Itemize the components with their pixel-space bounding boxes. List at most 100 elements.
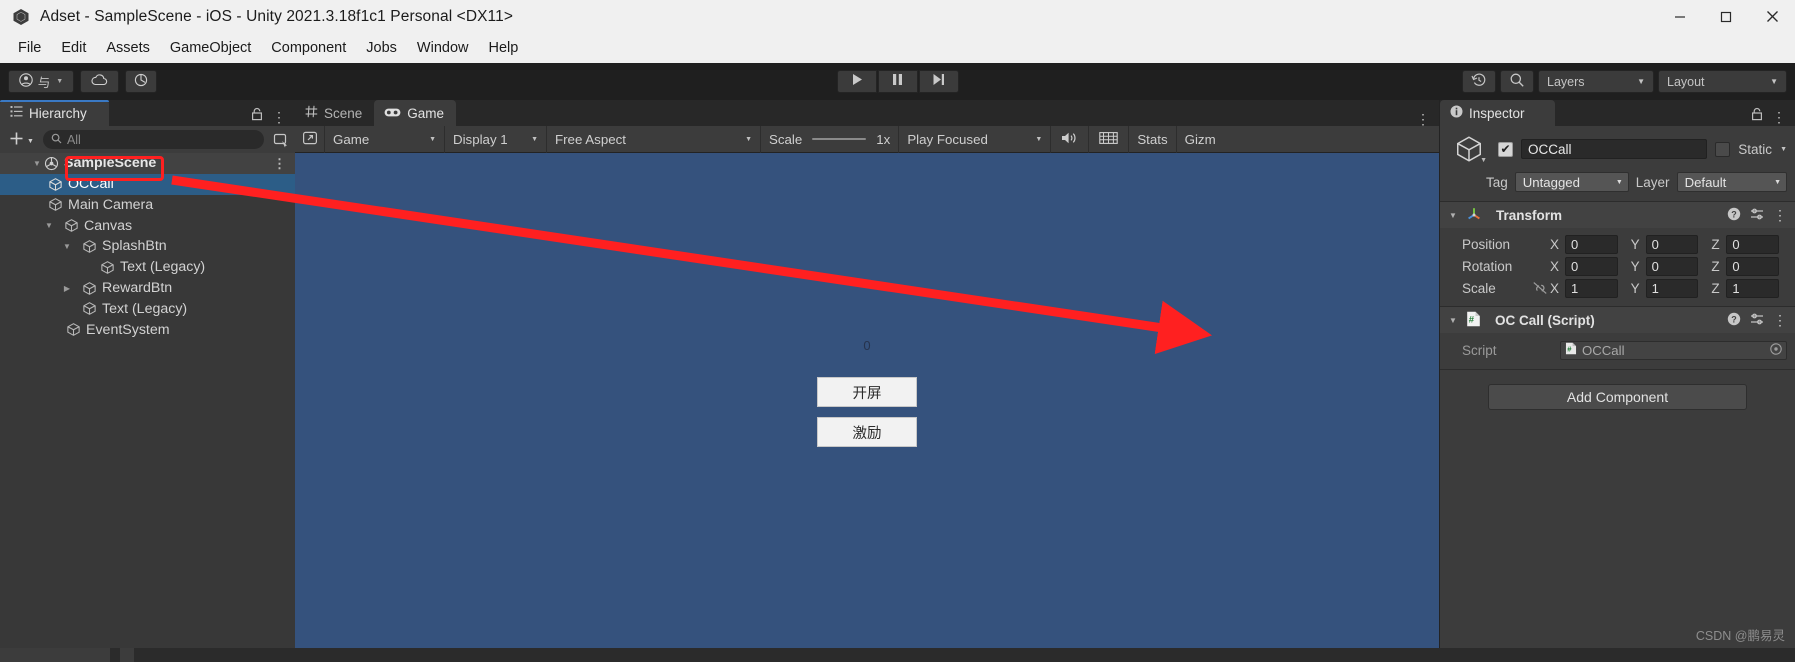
inspector-object-header: ▼ ✔ OCCall Static ▼ Tag Untagged ▼ Layer bbox=[1440, 126, 1795, 202]
menu-help[interactable]: Help bbox=[478, 36, 528, 60]
hierarchy-search-input[interactable]: All bbox=[42, 130, 264, 149]
step-button[interactable] bbox=[918, 70, 959, 93]
menu-assets[interactable]: Assets bbox=[96, 36, 160, 60]
tab-game[interactable]: Game bbox=[374, 100, 457, 126]
search-button[interactable] bbox=[1500, 70, 1534, 93]
menu-window[interactable]: Window bbox=[407, 36, 479, 60]
scale-z-field[interactable]: 1 bbox=[1726, 278, 1780, 298]
preset-icon[interactable] bbox=[1750, 312, 1764, 329]
menu-file[interactable]: File bbox=[8, 36, 51, 60]
undo-history-icon bbox=[1471, 72, 1487, 91]
kebab-icon[interactable]: ⋮ bbox=[1772, 110, 1786, 124]
menu-component[interactable]: Component bbox=[261, 36, 356, 60]
object-name-field[interactable]: OCCall bbox=[1521, 139, 1708, 159]
scene-icon bbox=[44, 156, 59, 171]
mute-audio-button[interactable] bbox=[1051, 125, 1090, 153]
gameobject-icon bbox=[100, 260, 115, 275]
cloud-button[interactable] bbox=[80, 70, 119, 93]
stats-button[interactable]: Stats bbox=[1129, 125, 1177, 153]
layer-dropdown[interactable]: Default ▼ bbox=[1676, 172, 1787, 192]
oc-call-script-header[interactable]: ▼ # OC Call (Script) ? ⋮ bbox=[1440, 307, 1795, 333]
hierarchy-row-occall[interactable]: OCCall bbox=[0, 173, 295, 195]
aspect-ratio-dropdown[interactable]: Free Aspect ▼ bbox=[547, 125, 761, 153]
tab-hierarchy[interactable]: Hierarchy bbox=[0, 100, 109, 126]
twisty-right-icon[interactable]: ▶ bbox=[60, 284, 74, 293]
menu-edit[interactable]: Edit bbox=[51, 36, 96, 60]
tab-inspector[interactable]: Inspector bbox=[1440, 100, 1555, 126]
hierarchy-row-text-legacy-1[interactable]: Text (Legacy) bbox=[0, 257, 295, 278]
play-button[interactable] bbox=[836, 70, 877, 93]
kebab-icon[interactable]: ⋮ bbox=[273, 157, 286, 170]
create-object-button[interactable]: ▼ bbox=[6, 131, 37, 149]
search-icon bbox=[1509, 72, 1525, 91]
object-pick-icon[interactable] bbox=[270, 132, 289, 148]
hierarchy-row-main-camera[interactable]: Main Camera bbox=[0, 195, 295, 216]
pause-button[interactable] bbox=[877, 70, 918, 93]
hierarchy-row-splashbtn[interactable]: ▼ SplashBtn bbox=[0, 236, 295, 257]
position-axes: X 0 Y 0 Z 0 bbox=[1550, 234, 1787, 254]
object-enabled-checkbox[interactable]: ✔ bbox=[1498, 141, 1513, 157]
object-picker-icon[interactable] bbox=[1770, 342, 1782, 358]
maximize-icon[interactable] bbox=[1703, 0, 1749, 33]
script-object-field[interactable]: # OCCall bbox=[1560, 340, 1787, 360]
tab-scene[interactable]: Scene bbox=[295, 100, 375, 126]
scale-x-field[interactable]: 1 bbox=[1565, 278, 1618, 298]
help-icon[interactable]: ? bbox=[1727, 207, 1741, 224]
twisty-down-icon[interactable]: ▼ bbox=[30, 159, 44, 168]
menu-jobs[interactable]: Jobs bbox=[356, 36, 407, 60]
hierarchy-row-eventsystem[interactable]: EventSystem bbox=[0, 319, 295, 340]
kebab-icon[interactable]: ⋮ bbox=[1416, 112, 1430, 126]
scale-slider-track[interactable] bbox=[812, 138, 867, 140]
rotation-z-field[interactable]: 0 bbox=[1726, 256, 1780, 276]
twisty-down-icon[interactable]: ▼ bbox=[60, 242, 74, 251]
hierarchy-row-text-legacy-2[interactable]: Text (Legacy) bbox=[0, 299, 295, 320]
static-checkbox[interactable] bbox=[1715, 141, 1731, 157]
hierarchy-item-label: OCCall bbox=[68, 176, 114, 193]
frame-debugger-button[interactable] bbox=[1089, 125, 1130, 153]
collab-button[interactable] bbox=[125, 70, 157, 93]
lock-icon[interactable] bbox=[251, 107, 263, 126]
game-button-reward[interactable]: 激励 bbox=[817, 417, 917, 447]
constrain-proportions-off-icon[interactable] bbox=[1530, 281, 1550, 295]
gizmos-dropdown[interactable]: Gizm bbox=[1177, 126, 1224, 153]
display-dropdown[interactable]: Display 1 ▼ bbox=[445, 125, 547, 153]
hierarchy-row-samplescene[interactable]: ▼ SampleScene ⋮ bbox=[0, 153, 295, 174]
close-icon[interactable] bbox=[1749, 0, 1795, 33]
chevron-down-icon: ▼ bbox=[56, 78, 64, 85]
twisty-down-icon[interactable]: ▼ bbox=[1446, 211, 1460, 220]
position-z-field[interactable]: 0 bbox=[1726, 234, 1780, 254]
kebab-icon[interactable]: ⋮ bbox=[1773, 313, 1787, 327]
scale-y-field[interactable]: 1 bbox=[1645, 278, 1699, 298]
undo-history-button[interactable] bbox=[1462, 70, 1496, 93]
add-component-button[interactable]: Add Component bbox=[1488, 384, 1747, 410]
layout-dropdown[interactable]: Layout ▼ bbox=[1658, 70, 1787, 93]
chevron-down-icon[interactable]: ▼ bbox=[1780, 146, 1787, 153]
rotation-x-field[interactable]: 0 bbox=[1565, 256, 1618, 276]
tag-dropdown[interactable]: Untagged ▼ bbox=[1514, 172, 1629, 192]
chevron-down-icon[interactable]: ▼ bbox=[1480, 157, 1487, 164]
minimize-icon[interactable] bbox=[1657, 0, 1703, 33]
hierarchy-row-canvas[interactable]: ▼ Canvas bbox=[0, 215, 295, 236]
game-view-dropdown[interactable]: Game ▼ bbox=[325, 125, 445, 153]
layers-dropdown[interactable]: Layers ▼ bbox=[1538, 70, 1654, 93]
game-view-canvas[interactable]: 0 开屏 激励 bbox=[295, 153, 1439, 662]
menu-gameobject[interactable]: GameObject bbox=[160, 36, 261, 60]
hierarchy-row-rewardbtn[interactable]: ▶ RewardBtn bbox=[0, 278, 295, 299]
window-title: Adset - SampleScene - iOS - Unity 2021.3… bbox=[40, 7, 513, 25]
scale-slider[interactable]: Scale 1x bbox=[761, 125, 900, 153]
help-icon[interactable]: ? bbox=[1727, 312, 1741, 329]
rotation-y-field[interactable]: 0 bbox=[1645, 256, 1699, 276]
twisty-down-icon[interactable]: ▼ bbox=[42, 221, 56, 230]
account-button[interactable]: 与 ▼ bbox=[8, 70, 74, 93]
twisty-down-icon[interactable]: ▼ bbox=[1446, 316, 1460, 325]
game-button-splash[interactable]: 开屏 bbox=[817, 377, 917, 407]
maximize-on-play-button[interactable] bbox=[295, 125, 325, 153]
kebab-icon[interactable]: ⋮ bbox=[1773, 208, 1787, 222]
position-x-field[interactable]: 0 bbox=[1565, 234, 1618, 254]
position-y-field[interactable]: 0 bbox=[1645, 234, 1699, 254]
lock-icon[interactable] bbox=[1751, 107, 1763, 126]
transform-header[interactable]: ▼ Transform ? ⋮ bbox=[1440, 202, 1795, 228]
kebab-icon[interactable]: ⋮ bbox=[272, 110, 286, 124]
preset-icon[interactable] bbox=[1750, 207, 1764, 224]
playmode-dropdown[interactable]: Play Focused ▼ bbox=[899, 125, 1052, 153]
